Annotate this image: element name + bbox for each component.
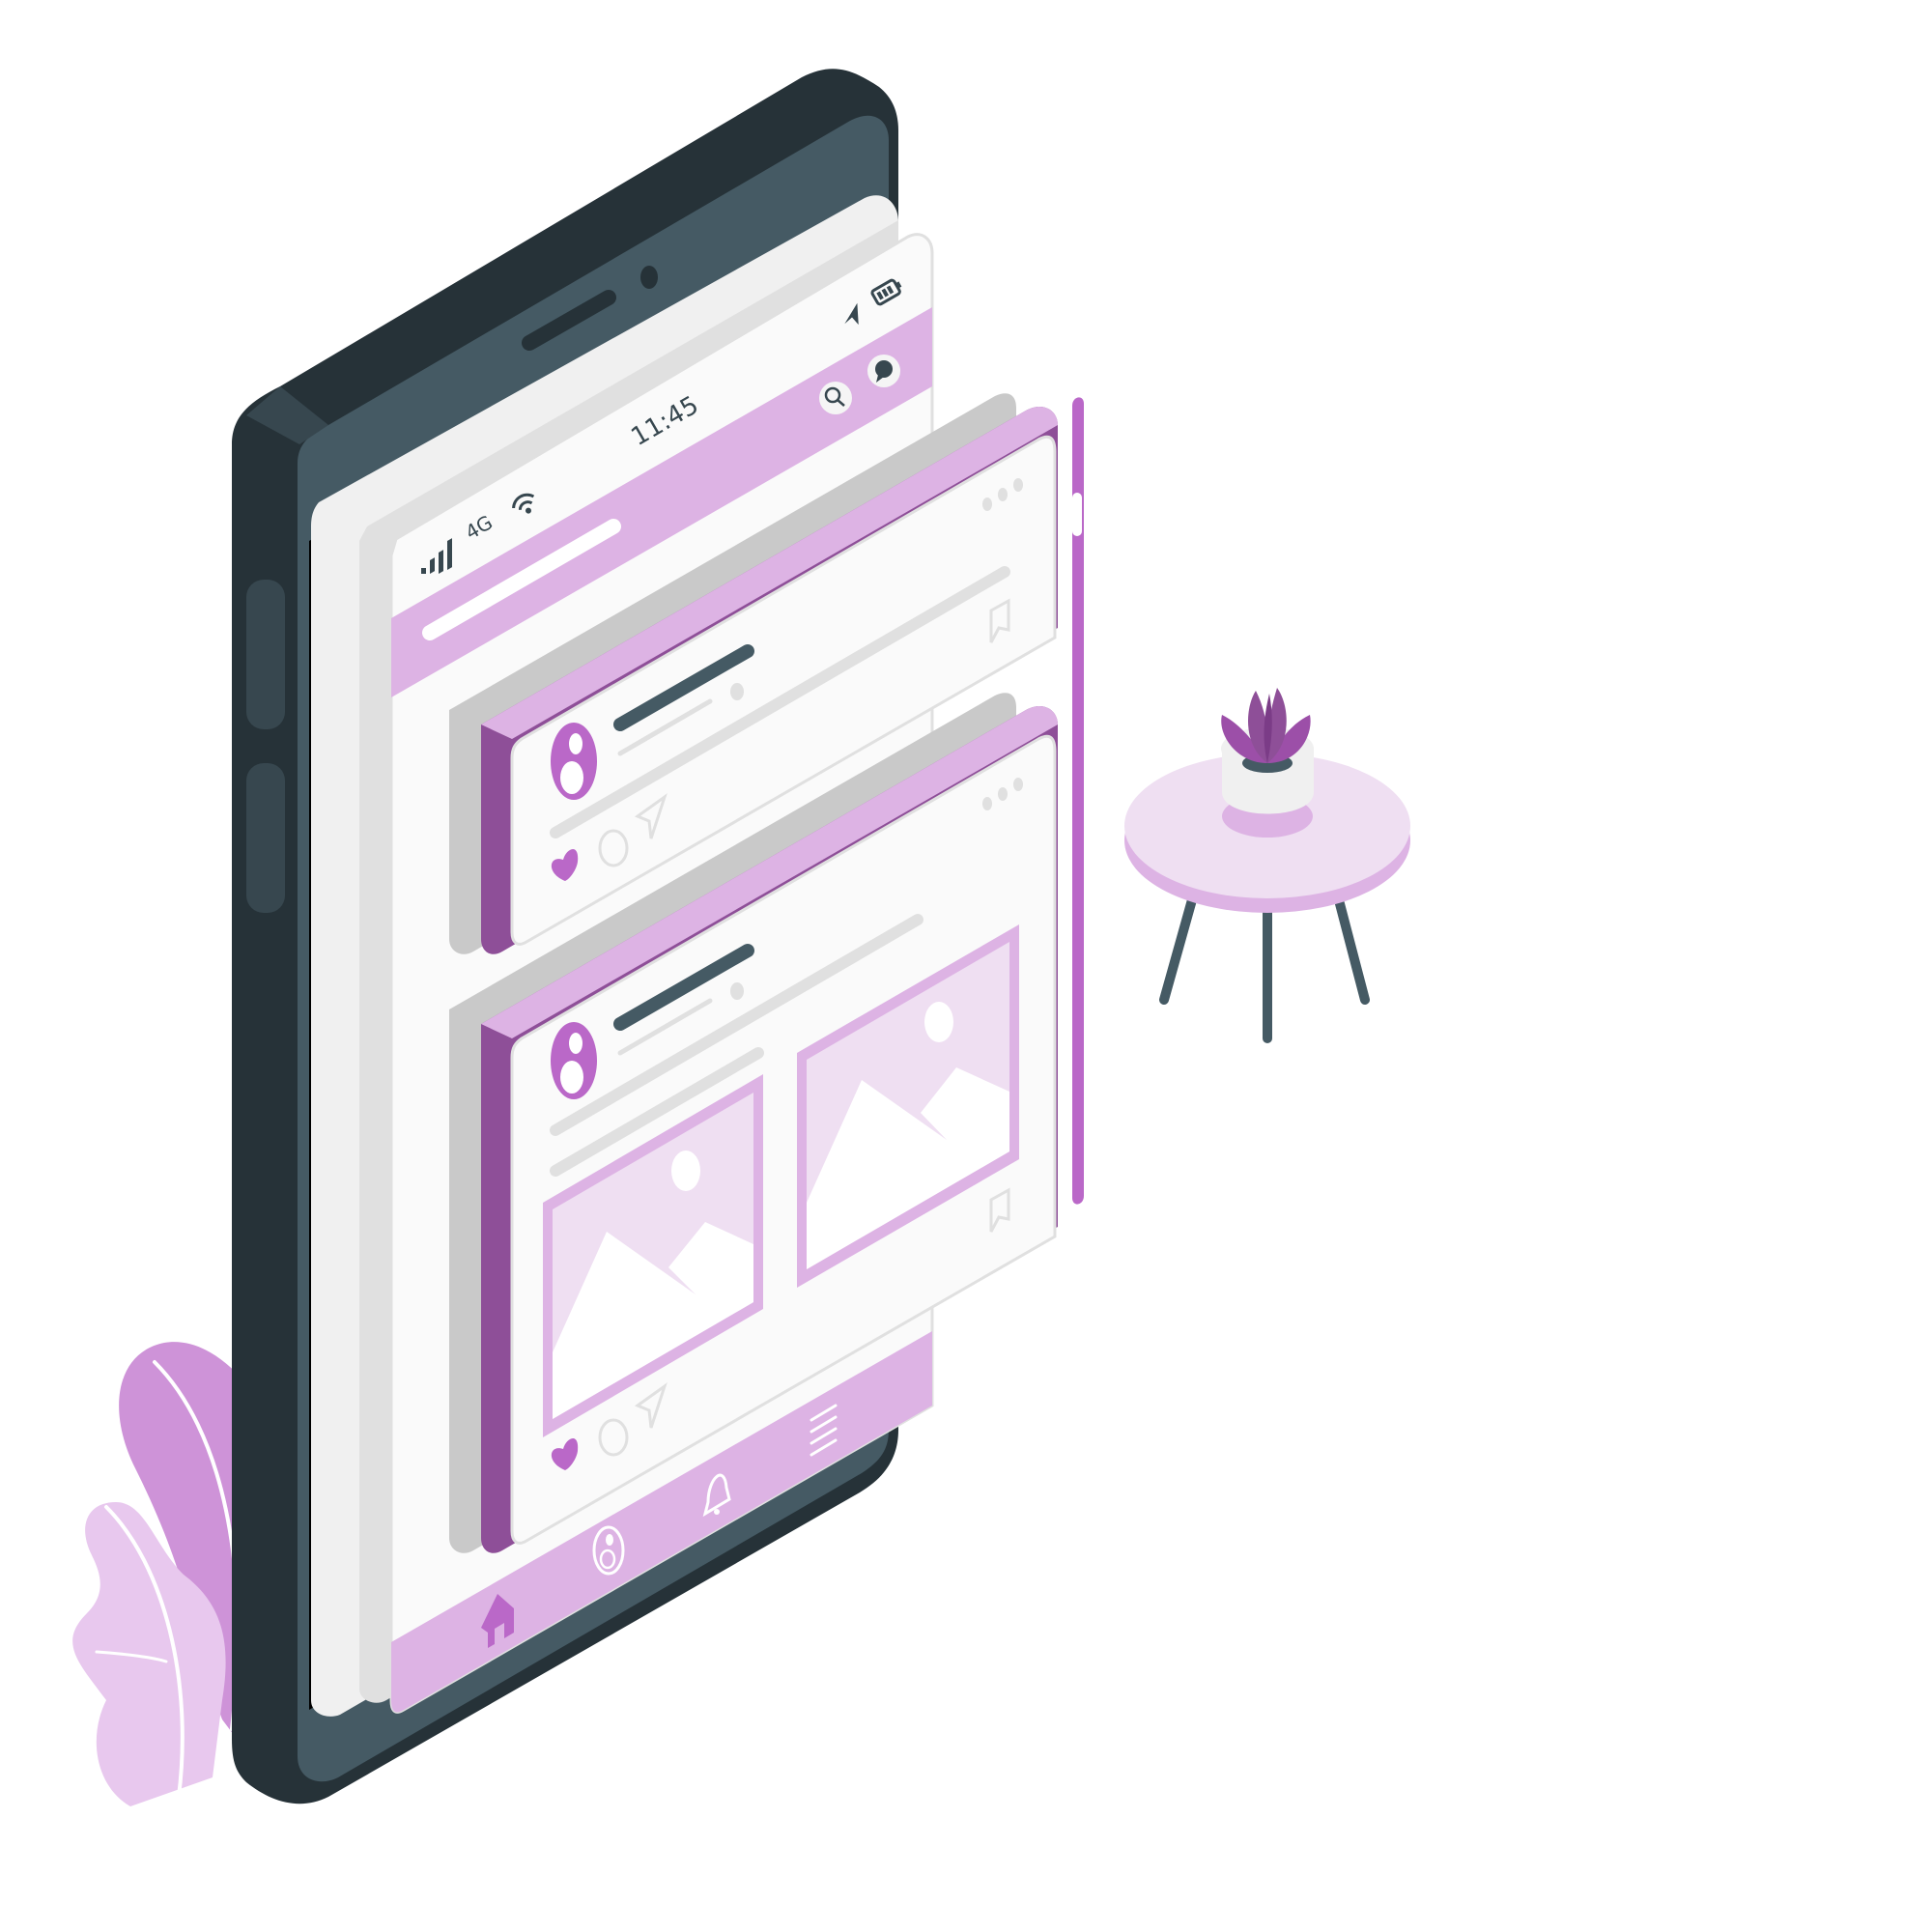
user-avatar-icon (551, 723, 597, 800)
scrollbar-thumb[interactable] (1072, 493, 1082, 536)
volume-down-button (246, 763, 285, 913)
search-icon[interactable] (819, 382, 852, 414)
scrollbar[interactable] (1072, 397, 1084, 1205)
volume-up-button (246, 580, 285, 729)
front-camera (640, 266, 658, 289)
phone-illustration: 4G 11:45 (72, 69, 1410, 1806)
potted-plant-icon (1221, 688, 1314, 814)
user-avatar-icon (551, 1022, 597, 1099)
chat-bubble-icon[interactable] (867, 355, 900, 387)
